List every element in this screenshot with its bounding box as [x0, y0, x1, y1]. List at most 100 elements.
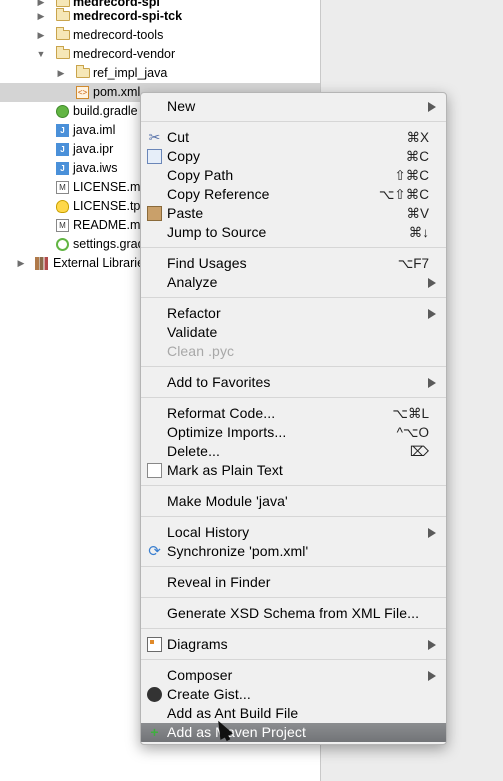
menu-item-create-gist[interactable]: Create Gist... — [141, 685, 446, 704]
iws-file-icon: J — [56, 162, 69, 175]
expand-arrow-icon[interactable]: ▶ — [56, 64, 66, 83]
menu-item-label: Copy — [167, 148, 201, 164]
gradle-file-icon — [56, 105, 69, 118]
menu-item-label: Cut — [167, 129, 190, 145]
library-icon — [35, 257, 48, 270]
menu-item-copy[interactable]: Copy ⌘C — [141, 147, 446, 166]
menu-item-jump-to-source[interactable]: Jump to Source ⌘↓ — [141, 223, 446, 242]
menu-item-generate-xsd[interactable]: Generate XSD Schema from XML File... — [141, 604, 446, 623]
menu-separator — [141, 516, 446, 517]
menu-item-label: Local History — [167, 524, 250, 540]
submenu-arrow-icon — [428, 278, 436, 288]
menu-item-label: Composer — [167, 667, 233, 683]
menu-item-optimize-imports[interactable]: Optimize Imports... ^⌥O — [141, 423, 446, 442]
tree-item-label: README.md — [73, 218, 148, 232]
maven-file-icon: <> — [76, 86, 89, 99]
folder-icon — [56, 46, 70, 59]
menu-item-label: Copy Path — [167, 167, 234, 183]
menu-item-refactor[interactable]: Refactor — [141, 304, 446, 323]
folder-icon — [56, 0, 70, 7]
menu-item-reveal-in-finder[interactable]: Reveal in Finder — [141, 573, 446, 592]
menu-item-label: Find Usages — [167, 255, 247, 271]
shortcut-label: ^⌥O — [396, 425, 429, 440]
tree-item-medrecord-spi-tck[interactable]: ▶ medrecord-spi-tck — [0, 7, 320, 26]
menu-separator — [141, 628, 446, 629]
menu-item-label: Diagrams — [167, 636, 228, 652]
shortcut-label: ⌘X — [406, 130, 429, 145]
menu-item-clean-pyc: Clean .pyc — [141, 342, 446, 361]
tree-item-label: ref_impl_java — [93, 66, 168, 80]
menu-item-label: Analyze — [167, 274, 218, 290]
folder-icon — [76, 65, 90, 78]
menu-item-add-maven-project[interactable]: + Add as Maven Project — [141, 723, 446, 742]
tree-item-label: build.gradle — [73, 104, 138, 118]
tree-item-label: java.iml — [73, 123, 116, 137]
expand-arrow-icon[interactable]: ▶ — [16, 254, 26, 273]
menu-item-copy-reference[interactable]: Copy Reference ⌥⇧⌘C — [141, 185, 446, 204]
sync-icon: ⟳ — [148, 543, 161, 560]
menu-item-delete[interactable]: Delete... ⌦ — [141, 442, 446, 461]
menu-item-mark-as-plain-text[interactable]: Mark as Plain Text — [141, 461, 446, 480]
menu-item-composer[interactable]: Composer — [141, 666, 446, 685]
menu-separator — [141, 485, 446, 486]
menu-item-label: Generate XSD Schema from XML File... — [167, 605, 420, 621]
menu-item-label: Validate — [167, 324, 218, 340]
expand-arrow-icon[interactable]: ▶ — [36, 7, 46, 26]
shortcut-label: ⌥⌘L — [392, 406, 429, 421]
menu-item-validate[interactable]: Validate — [141, 323, 446, 342]
menu-item-add-to-favorites[interactable]: Add to Favorites — [141, 373, 446, 392]
menu-item-label: Add as Ant Build File — [167, 705, 299, 721]
menu-separator — [141, 297, 446, 298]
menu-item-add-ant-build[interactable]: Add as Ant Build File — [141, 704, 446, 723]
markdown-file-icon: M — [56, 181, 69, 194]
diagram-icon — [147, 637, 162, 652]
menu-item-new[interactable]: New — [141, 97, 446, 116]
folder-icon — [56, 27, 70, 40]
menu-item-synchronize[interactable]: ⟳ Synchronize 'pom.xml' — [141, 542, 446, 561]
shortcut-label: ⌘↓ — [408, 225, 429, 240]
menu-item-find-usages[interactable]: Find Usages ⌥F7 — [141, 254, 446, 273]
menu-item-label: Jump to Source — [167, 224, 267, 240]
tree-item-ref-impl-java[interactable]: ▶ ref_impl_java — [0, 64, 320, 83]
menu-item-label: Synchronize 'pom.xml' — [167, 543, 309, 559]
submenu-arrow-icon — [428, 528, 436, 538]
menu-separator — [141, 366, 446, 367]
submenu-arrow-icon — [428, 102, 436, 112]
menu-separator — [141, 597, 446, 598]
plain-text-icon — [147, 463, 162, 478]
tree-item-label: java.iws — [73, 161, 118, 175]
menu-separator — [141, 566, 446, 567]
tree-item-medrecord-vendor[interactable]: ▼ medrecord-vendor — [0, 45, 320, 64]
menu-item-cut[interactable]: ✂ Cut ⌘X — [141, 128, 446, 147]
menu-item-reformat-code[interactable]: Reformat Code... ⌥⌘L — [141, 404, 446, 423]
menu-item-paste[interactable]: Paste ⌘V — [141, 204, 446, 223]
menu-item-local-history[interactable]: Local History — [141, 523, 446, 542]
copy-icon — [147, 149, 162, 164]
menu-item-label: Optimize Imports... — [167, 424, 287, 440]
template-file-icon — [56, 200, 69, 213]
menu-item-label: Delete... — [167, 443, 221, 459]
plus-icon: + — [150, 724, 159, 740]
tree-item-medrecord-tools[interactable]: ▶ medrecord-tools — [0, 26, 320, 45]
menu-separator — [141, 247, 446, 248]
expand-arrow-icon[interactable]: ▶ — [36, 26, 46, 45]
menu-item-label: Copy Reference — [167, 186, 270, 202]
shortcut-label: ⌦ — [409, 444, 429, 459]
menu-item-label: Add to Favorites — [167, 374, 271, 390]
menu-item-diagrams[interactable]: Diagrams — [141, 635, 446, 654]
tree-item-label: medrecord-vendor — [73, 47, 176, 61]
menu-item-make-module[interactable]: Make Module 'java' — [141, 492, 446, 511]
tree-item-label: LICENSE.tpl — [73, 199, 144, 213]
menu-item-analyze[interactable]: Analyze — [141, 273, 446, 292]
tree-item-label: LICENSE.md — [73, 180, 148, 194]
context-menu: New ✂ Cut ⌘X Copy ⌘C Copy Path ⇧⌘C Copy … — [140, 92, 447, 745]
menu-item-label: Reformat Code... — [167, 405, 276, 421]
submenu-arrow-icon — [428, 309, 436, 319]
menu-item-label: Add as Maven Project — [167, 724, 306, 740]
tree-item-label: medrecord-tools — [73, 28, 164, 42]
menu-separator — [141, 659, 446, 660]
submenu-arrow-icon — [428, 378, 436, 388]
collapse-arrow-icon[interactable]: ▼ — [36, 45, 46, 64]
menu-item-copy-path[interactable]: Copy Path ⇧⌘C — [141, 166, 446, 185]
menu-separator — [141, 121, 446, 122]
